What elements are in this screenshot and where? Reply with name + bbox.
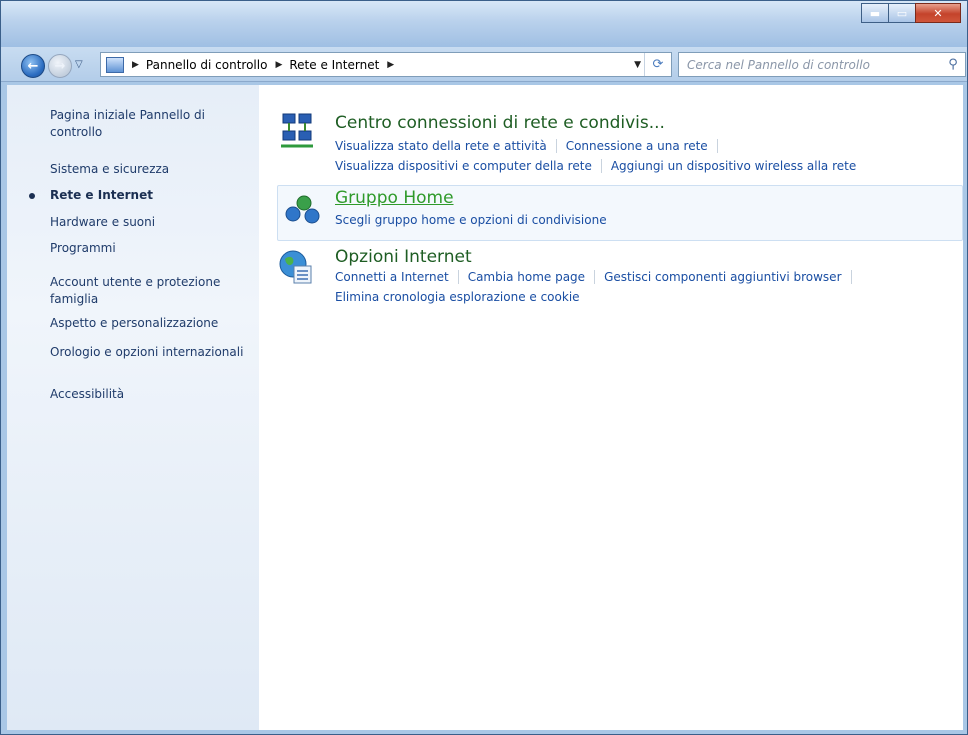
breadcrumb-separator-icon[interactable]: ▶ — [275, 60, 282, 70]
sidebar-item-accessibility[interactable]: Accessibilità — [50, 386, 250, 403]
link-manage-addons[interactable]: Gestisci componenti aggiuntivi browser — [604, 270, 841, 284]
minimize-button[interactable]: ▬ — [861, 3, 889, 23]
minimize-icon: ▬ — [869, 6, 881, 20]
link-add-wireless-device[interactable]: Aggiungi un dispositivo wireless alla re… — [611, 159, 856, 173]
homegroup-icon — [285, 195, 320, 224]
address-bar[interactable]: ▶ Pannello di controllo ▶ Rete e Interne… — [100, 52, 672, 77]
search-input[interactable]: Cerca nel Pannello di controllo — [687, 58, 941, 72]
caption-buttons: ▬ ▭ ✕ — [861, 3, 961, 23]
sidebar: Pagina iniziale Pannello di controllo Si… — [7, 85, 259, 730]
history-dropdown-icon[interactable]: ▽ — [75, 59, 83, 70]
back-button[interactable]: ← — [21, 54, 45, 78]
link-change-home-page[interactable]: Cambia home page — [468, 270, 585, 284]
link-separator — [457, 270, 459, 284]
refresh-button[interactable]: ⟳ — [644, 53, 671, 76]
content-area: Pagina iniziale Pannello di controllo Si… — [7, 85, 963, 730]
link-connect-to-network[interactable]: Connessione a una rete — [566, 139, 708, 153]
breadcrumb-network-internet[interactable]: Rete e Internet — [289, 58, 379, 72]
link-separator — [594, 270, 596, 284]
category-title-homegroup[interactable]: Gruppo Home — [335, 188, 454, 208]
close-icon: ✕ — [933, 6, 943, 20]
link-separator — [555, 139, 557, 153]
sidebar-item-home[interactable]: Pagina iniziale Pannello di controllo — [50, 107, 250, 141]
link-view-network-devices[interactable]: Visualizza dispositivi e computer della … — [335, 159, 592, 173]
category-links-row: Scegli gruppo home e opzioni di condivis… — [335, 213, 607, 227]
link-connect-internet[interactable]: Connetti a Internet — [335, 270, 449, 284]
sidebar-item-programs[interactable]: Programmi — [50, 240, 250, 257]
forward-button[interactable]: → — [48, 54, 72, 78]
link-view-network-status[interactable]: Visualizza stato della rete e attività — [335, 139, 547, 153]
sidebar-item-clock-region[interactable]: Orologio e opzioni internazionali — [50, 344, 250, 361]
address-dropdown-icon[interactable]: ▼ — [634, 60, 641, 70]
sidebar-item-system-security[interactable]: Sistema e sicurezza — [50, 161, 250, 178]
control-panel-window: ▬ ▭ ✕ ← → ▽ ▶ Pannello di controllo ▶ Re… — [0, 0, 968, 735]
back-arrow-icon: ← — [27, 58, 39, 74]
refresh-icon: ⟳ — [652, 57, 664, 72]
navigation-bar: ← → ▽ ▶ Pannello di controllo ▶ Rete e I… — [1, 47, 967, 82]
category-homegroup[interactable]: Gruppo Home Scegli gruppo home e opzioni… — [277, 185, 963, 241]
forward-arrow-icon: → — [54, 58, 66, 74]
link-choose-homegroup[interactable]: Scegli gruppo home e opzioni di condivis… — [335, 213, 607, 227]
current-section-bullet-icon — [29, 193, 35, 199]
category-title-internet-options[interactable]: Opzioni Internet — [335, 247, 472, 267]
link-delete-browsing-history[interactable]: Elimina cronologia esplorazione e cookie — [335, 290, 580, 304]
network-center-icon — [281, 113, 313, 148]
link-separator — [850, 270, 852, 284]
category-title-network-center[interactable]: Centro connessioni di rete e condivis... — [335, 113, 665, 133]
maximize-icon: ▭ — [896, 6, 908, 20]
category-links-row: Visualizza dispositivi e computer della … — [335, 159, 856, 173]
category-links-row: Connetti a Internet Cambia home page Ges… — [335, 270, 861, 284]
search-box[interactable]: Cerca nel Pannello di controllo ⚲ — [678, 52, 966, 77]
sidebar-item-hardware-sound[interactable]: Hardware e suoni — [50, 214, 250, 231]
title-bar: ▬ ▭ ✕ — [1, 1, 967, 47]
link-separator — [716, 139, 718, 153]
breadcrumb-control-panel[interactable]: Pannello di controllo — [146, 58, 268, 72]
breadcrumb-separator-icon[interactable]: ▶ — [387, 60, 394, 70]
category-links-row: Elimina cronologia esplorazione e cookie — [335, 290, 580, 304]
sidebar-item-user-accounts[interactable]: Account utente e protezione famiglia — [50, 274, 250, 308]
control-panel-icon — [106, 56, 124, 73]
maximize-button[interactable]: ▭ — [888, 3, 916, 23]
main-panel: Centro connessioni di rete e condivis...… — [259, 85, 963, 730]
sidebar-item-network-internet: Rete e Internet — [50, 188, 153, 202]
sidebar-item-appearance[interactable]: Aspetto e personalizzazione — [50, 315, 250, 332]
breadcrumb-separator-icon[interactable]: ▶ — [132, 60, 139, 70]
search-icon[interactable]: ⚲ — [941, 57, 965, 72]
close-button[interactable]: ✕ — [915, 3, 961, 23]
category-links-row: Visualizza stato della rete e attività C… — [335, 139, 727, 153]
internet-options-icon — [279, 250, 312, 284]
link-separator — [600, 159, 602, 173]
